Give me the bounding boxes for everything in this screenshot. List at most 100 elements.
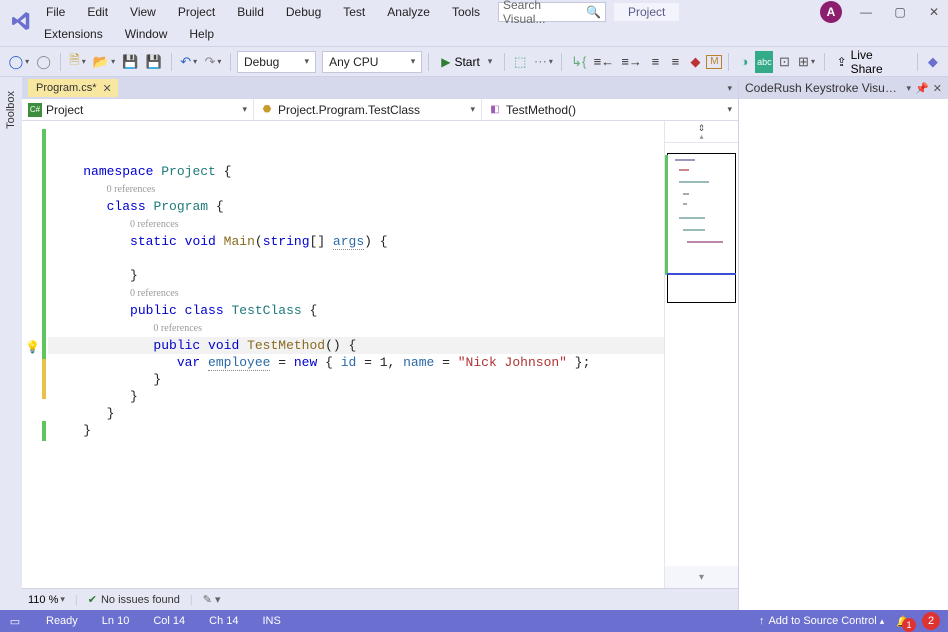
menu-window[interactable]: Window [115,25,178,43]
menu-debug[interactable]: Debug [276,3,331,21]
output-icon[interactable]: ▭ [8,614,22,628]
search-icon: 🔍 [586,5,601,19]
save-all-button[interactable]: 💾 [143,51,165,73]
tool-b-button[interactable]: ⋯ [531,51,555,73]
abc-icon[interactable]: abc [755,51,773,73]
editor-status-strip: 110 %▾ | ✔No issues found | ✎ ▾ [22,588,738,610]
tabs-dropdown[interactable]: ▾ [727,83,732,94]
check-icon: ✔ [88,593,97,606]
nav-scope-method[interactable]: ◧ TestMethod() ▾ [482,99,738,120]
bookmark-icon[interactable]: ◆ [686,51,704,73]
solution-title-button[interactable]: Project [614,3,679,21]
platform-label: Any CPU [329,55,378,69]
separator [728,53,729,71]
panel-close-icon[interactable]: ✕ [933,82,942,95]
status-bar: ▭ Ready Ln 10 Col 14 Ch 14 INS ↑Add to S… [0,610,948,632]
live-share-button[interactable]: ⇪ Live Share [831,48,911,76]
minimize-button[interactable]: — [858,5,874,19]
feedback-icon[interactable]: ◆ [924,51,942,73]
source-control-button[interactable]: ↑Add to Source Control ▴ [759,615,884,627]
toggle-c-icon[interactable]: ⊞ [795,51,817,73]
toolbox-tab[interactable]: Toolbox [3,85,19,135]
undo-button[interactable]: ↶ [178,51,200,73]
start-button[interactable]: ▶Start▾ [435,51,498,73]
outdent-icon[interactable]: ≡← [591,51,617,73]
menu-help[interactable]: Help [179,25,224,43]
separator [60,53,61,71]
panel-dropdown-icon[interactable]: ▾ [907,83,912,94]
code-editor[interactable]: 💡 namespace Project { 0 references class… [22,121,738,588]
menu-build[interactable]: Build [227,3,274,21]
status-line: Ln 10 [102,615,130,627]
menu-view[interactable]: View [120,3,166,21]
m-icon[interactable]: M [706,55,722,69]
caret-misc-icon[interactable]: ✎ ▾ [203,593,221,606]
minimap-canvas[interactable] [665,143,738,566]
panel-titlebar[interactable]: CodeRush Keystroke Visuali... ▾ 📌 ✕ [739,77,948,99]
tool-a-button[interactable]: ⬚ [511,51,529,73]
search-box[interactable]: Search Visual... 🔍 [498,2,606,22]
back-button[interactable]: ◯ [6,51,32,73]
document-tabs: Program.cs* ✕ ▾ [22,77,738,99]
menu-bar: File Edit View Project Build Debug Test … [0,0,948,23]
menu-tools[interactable]: Tools [442,3,490,21]
issues-status[interactable]: ✔ No issues found [88,593,180,606]
separator [230,53,231,71]
comment-icon[interactable]: ≡ [646,51,664,73]
tab-program-cs[interactable]: Program.cs* ✕ [28,79,118,97]
share-icon: ⇪ [837,55,847,69]
lightbulb-icon[interactable]: 💡 [25,340,39,354]
csharp-icon: C# [28,103,42,117]
nav-scope-project[interactable]: C# Project ▾ [22,99,254,120]
split-handle[interactable]: ⇕▴ [665,121,738,143]
live-share-label: Live Share [851,48,905,76]
separator [917,53,918,71]
menu-extensions[interactable]: Extensions [34,25,113,43]
left-rail: Toolbox [0,77,22,610]
minimap[interactable]: ⇕▴ ▾ [664,121,738,588]
new-item-button[interactable]: 🗎 [67,51,89,73]
open-button[interactable]: 📂 [90,51,117,73]
pin-icon[interactable]: 📌 [915,82,929,95]
tab-label: Program.cs* [36,82,97,94]
visual-studio-logo [10,10,32,32]
start-label: Start [454,55,479,69]
separator [504,53,505,71]
platform-combo[interactable]: Any CPU▾ [322,51,422,73]
forward-button[interactable]: ◯ [34,51,54,73]
play-icon: ▶ [441,55,450,69]
error-badge[interactable]: 2 [922,612,940,630]
uncomment-icon[interactable]: ≡ [666,51,684,73]
config-label: Debug [244,55,279,69]
panel-title-label: CodeRush Keystroke Visuali... [745,81,903,95]
redo-button[interactable]: ↷ [202,51,224,73]
gutter: 💡 [22,121,42,588]
scroll-down-icon[interactable]: ▾ [665,566,738,588]
zoom-label: 110 % [28,594,58,606]
nav-scope-class[interactable]: ⬣ Project.Program.TestClass ▾ [254,99,482,120]
close-button[interactable]: ✕ [926,5,942,19]
status-ch: Ch 14 [209,615,238,627]
save-button[interactable]: 💾 [120,51,142,73]
menu-project[interactable]: Project [168,3,225,21]
config-combo[interactable]: Debug▾ [237,51,316,73]
step-icon[interactable]: ↳{ [568,51,589,73]
close-icon[interactable]: ✕ [103,82,112,95]
notifications-button[interactable]: 🔔1 [896,615,910,628]
menu-file[interactable]: File [36,3,75,21]
notif-badge: 1 [902,618,916,632]
zoom-combo[interactable]: 110 %▾ [28,594,65,606]
code-text[interactable]: namespace Project { 0 references class P… [48,121,664,588]
indent-icon[interactable]: ≡→ [619,51,645,73]
toggle-b-icon[interactable]: ⊡ [775,51,793,73]
avatar[interactable]: A [820,1,842,23]
issues-label: No issues found [101,594,180,606]
toolbar: ◯ ◯ 🗎 📂 💾 💾 ↶ ↷ Debug▾ Any CPU▾ ▶Start▾ … [0,46,948,76]
maximize-button[interactable]: ▢ [892,5,908,19]
status-ready: Ready [46,615,78,627]
menu-test[interactable]: Test [333,3,375,21]
toggle-a-icon[interactable]: ◑ [735,51,753,73]
menu-analyze[interactable]: Analyze [377,3,440,21]
menu-edit[interactable]: Edit [77,3,118,21]
nav-class-label: Project.Program.TestClass [278,103,420,117]
